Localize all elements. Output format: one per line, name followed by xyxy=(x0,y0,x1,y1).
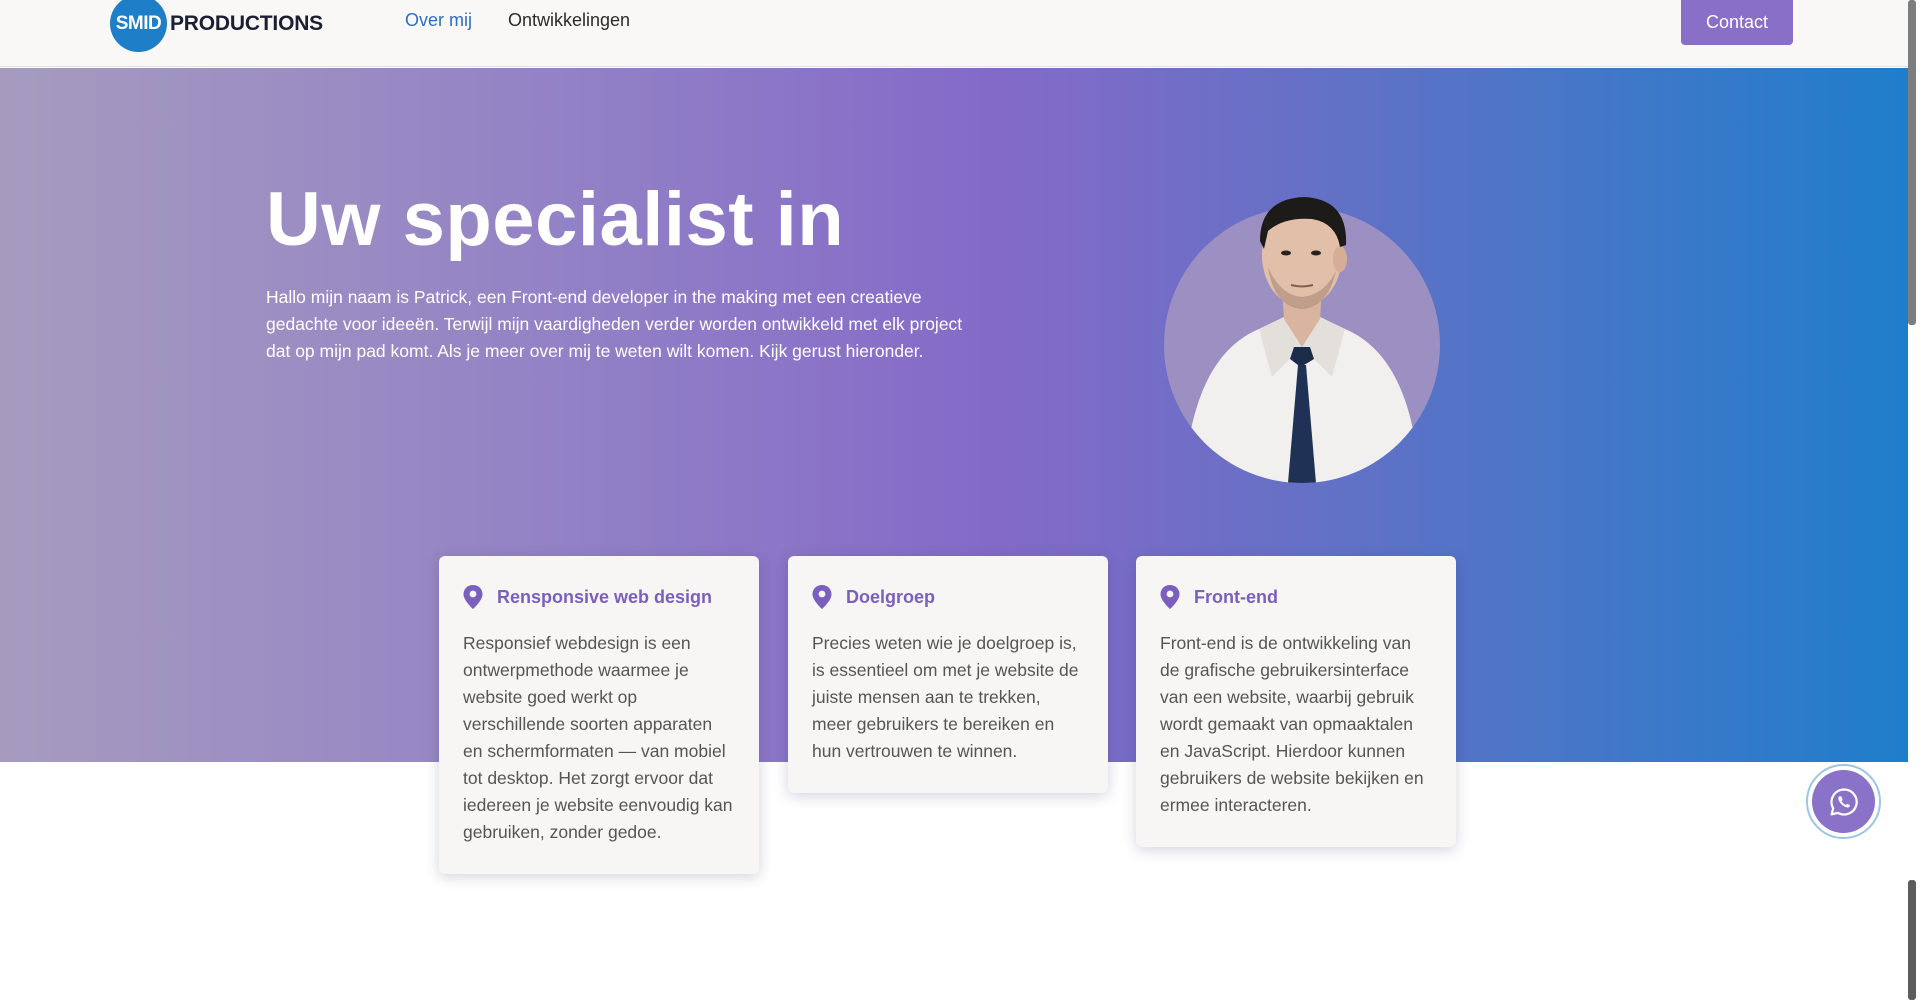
hero-intro-text: Hallo mijn naam is Patrick, een Front-en… xyxy=(266,287,963,361)
card-body: Responsief webdesign is een ontwerpmetho… xyxy=(463,633,733,842)
map-pin-icon xyxy=(463,585,483,609)
card-title: Doelgroep xyxy=(846,586,936,607)
card-doelgroep: Doelgroep Precies weten wie je doelgroep… xyxy=(788,556,1108,793)
whatsapp-button[interactable] xyxy=(1806,764,1881,839)
whatsapp-icon xyxy=(1829,787,1858,816)
card-title: Rensponsive web design xyxy=(497,586,713,607)
contact-button[interactable]: Contact xyxy=(1681,0,1793,45)
logo-mark: SMID xyxy=(110,0,167,52)
profile-photo xyxy=(1164,197,1440,483)
nav-item-over-mij[interactable]: Over mij xyxy=(405,10,472,31)
nav-item-ontwikkelingen[interactable]: Ontwikkelingen xyxy=(508,10,630,31)
card-header: Rensponsive web design xyxy=(463,584,735,610)
card-front-end: Front-end Front-end is de ontwikkeling v… xyxy=(1136,556,1456,847)
page: SMID PRODUCTIONS Over mij Ontwikkelingen… xyxy=(0,0,1920,1000)
logo-text: PRODUCTIONS xyxy=(170,11,323,35)
card-header: Doelgroep xyxy=(812,584,1084,610)
card-responsive-web-design: Rensponsive web design Responsief webdes… xyxy=(439,556,759,874)
map-pin-icon xyxy=(1160,585,1180,609)
hero-title: Uw specialist in xyxy=(266,177,845,262)
site-header: SMID PRODUCTIONS Over mij Ontwikkelingen… xyxy=(0,0,1908,67)
card-body: Front-end is de ontwikkeling van de graf… xyxy=(1160,633,1424,815)
main-nav: Over mij Ontwikkelingen xyxy=(405,10,630,31)
site-logo[interactable]: SMID PRODUCTIONS xyxy=(110,0,323,52)
whatsapp-button-inner xyxy=(1812,770,1875,833)
scrollbar-thumb-secondary[interactable] xyxy=(1908,880,1916,1000)
card-header: Front-end xyxy=(1160,584,1432,610)
person-illustration xyxy=(1184,197,1420,483)
map-pin-icon xyxy=(812,585,832,609)
card-body: Precies weten wie je doelgroep is, is es… xyxy=(812,633,1079,761)
scrollbar-thumb[interactable] xyxy=(1908,0,1916,325)
card-title: Front-end xyxy=(1194,586,1278,607)
